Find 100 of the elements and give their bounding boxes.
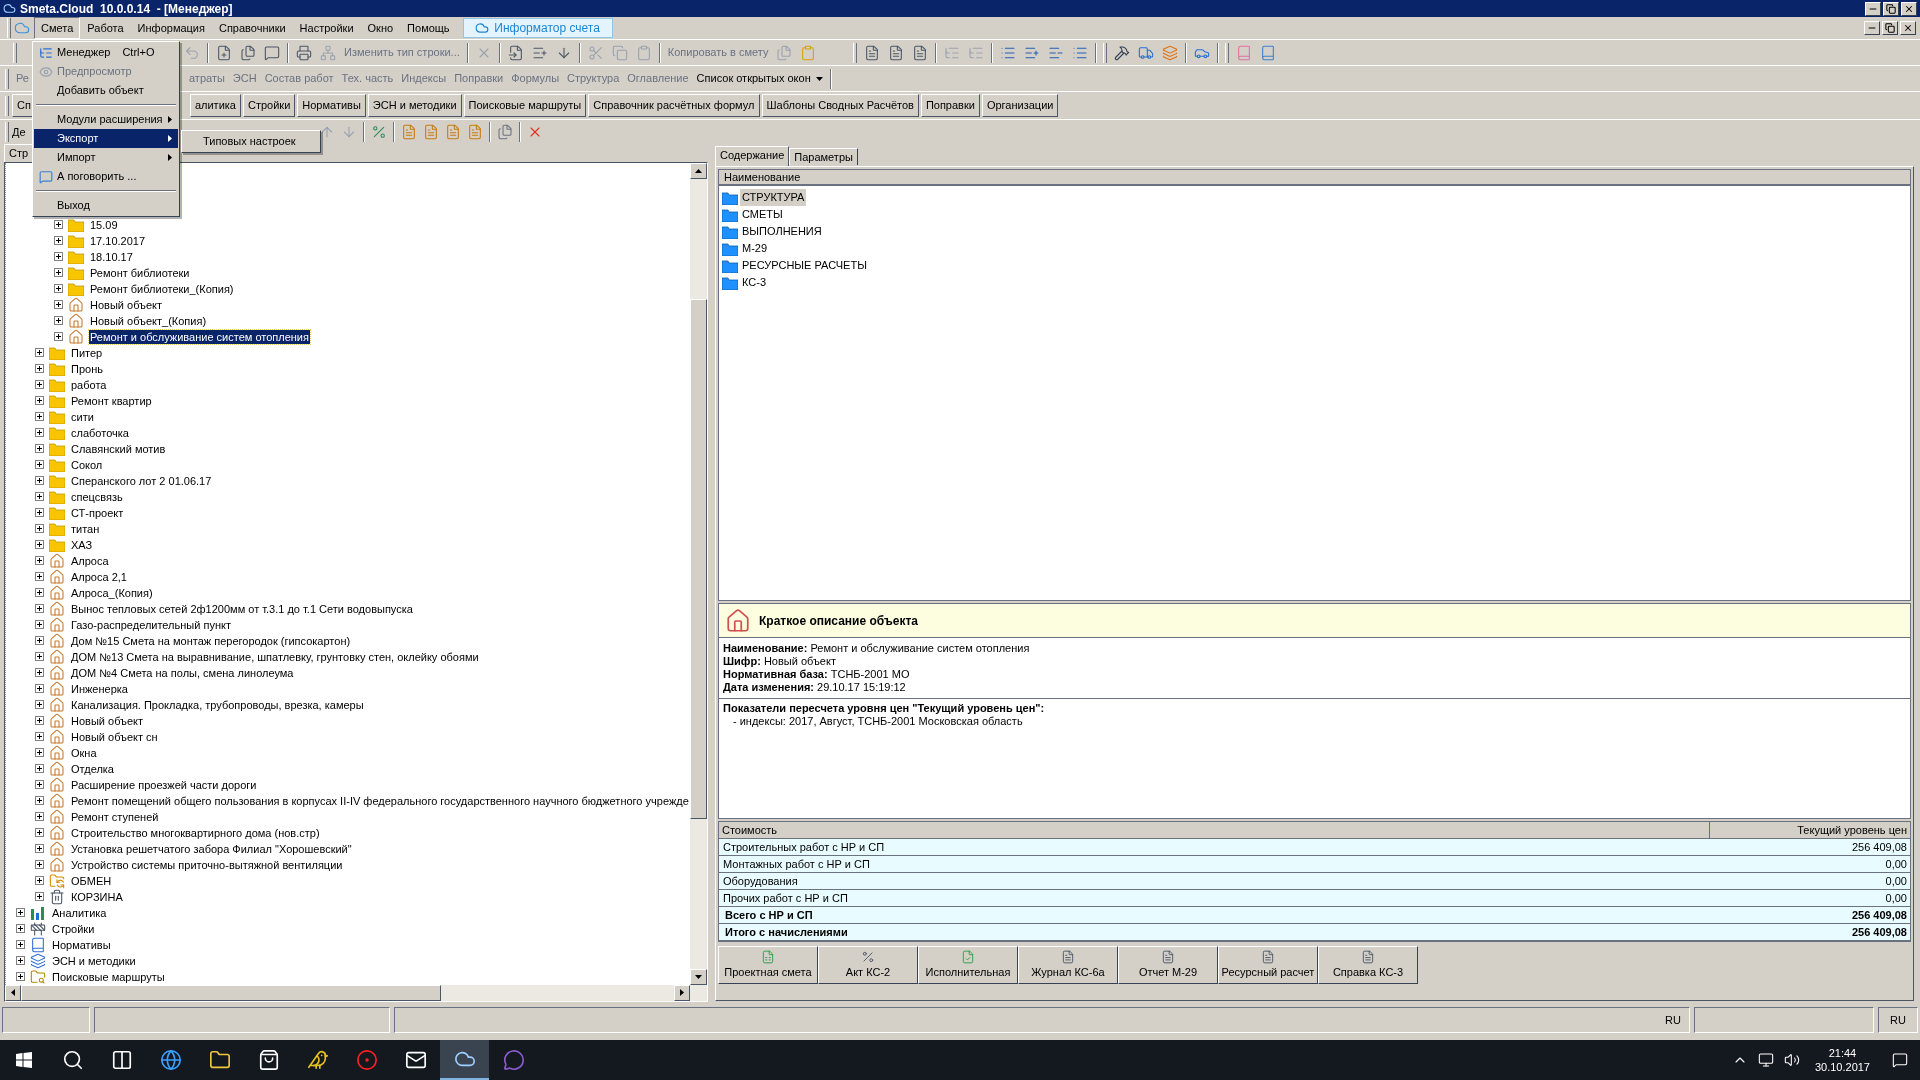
report-button[interactable]: Отчет М-29 <box>1118 946 1218 984</box>
tab[interactable]: алитика <box>189 94 241 117</box>
tree-item[interactable]: Ремонт ступеней <box>70 809 160 824</box>
menu-item[interactable]: Типовых настроек <box>183 132 319 151</box>
report-button[interactable]: Журнал КС-6а <box>1018 946 1118 984</box>
list-item[interactable]: СМЕТЫ <box>740 206 785 223</box>
tree-item[interactable]: Алроса_(Копия) <box>70 585 154 600</box>
expand-icon[interactable] <box>16 972 25 981</box>
expand-icon[interactable] <box>35 380 44 389</box>
tree-item[interactable]: КОРЗИНА <box>70 889 124 904</box>
tree-item[interactable]: Дом №15 Смета на монтаж перегородок (гипсокартон) <box>70 633 352 648</box>
expand-icon[interactable] <box>35 572 44 581</box>
report-button[interactable]: Исполнительная <box>918 946 1018 984</box>
expand-icon[interactable] <box>35 652 44 661</box>
tree-item[interactable]: Славянский мотив <box>70 441 167 456</box>
tree-item[interactable]: Алроса <box>70 553 110 568</box>
report-button[interactable]: Проектная смета <box>718 946 818 984</box>
tab[interactable]: Организации <box>981 94 1059 117</box>
tree-item[interactable]: Нормативы <box>51 937 112 952</box>
expand-icon[interactable] <box>16 956 25 965</box>
expand-icon[interactable] <box>35 716 44 725</box>
toolbar-button[interactable]: Де <box>12 123 26 141</box>
list-item[interactable]: ВЫПОЛНЕНИЯ <box>740 223 824 240</box>
expand-icon[interactable] <box>35 492 44 501</box>
vertical-scrollbar[interactable] <box>690 162 707 985</box>
list-item[interactable]: СТРУКТУРА <box>740 189 807 206</box>
file-input-icon[interactable] <box>507 44 524 61</box>
tree-item[interactable]: Сперанского лот 2 01.06.17 <box>70 473 213 488</box>
list-item[interactable]: КС-3 <box>740 274 768 291</box>
tab[interactable]: Поправки <box>920 94 980 117</box>
expand-icon[interactable] <box>35 524 44 533</box>
tree-item[interactable]: титан <box>70 521 101 536</box>
menu-item[interactable]: Помощь <box>400 16 457 40</box>
menu-item[interactable]: Выход <box>34 196 178 215</box>
expand-icon[interactable] <box>35 636 44 645</box>
menu-item[interactable]: Работа <box>80 16 131 40</box>
tree-item[interactable]: Аналитика <box>51 905 108 920</box>
menu-item[interactable]: Экспорт <box>34 129 178 148</box>
tree-item[interactable]: слаботочка <box>70 425 130 440</box>
tree-item[interactable]: Поисковые маршруты <box>51 969 166 984</box>
tree-item[interactable]: Новый объект сн <box>70 729 159 744</box>
menu-item[interactable]: Справочники <box>211 16 293 40</box>
report-button[interactable]: Справка КС-3 <box>1318 946 1418 984</box>
tree-item[interactable]: Окна <box>70 745 98 760</box>
volume-icon[interactable] <box>1783 1052 1800 1068</box>
expand-icon[interactable] <box>16 940 25 949</box>
expand-icon[interactable] <box>16 924 25 933</box>
expand-icon[interactable] <box>35 604 44 613</box>
expand-icon[interactable] <box>35 668 44 677</box>
tree-item[interactable]: Сокол <box>70 457 104 472</box>
scroll-up-icon[interactable] <box>695 168 702 173</box>
horizontal-scrollbar[interactable] <box>5 984 707 1001</box>
expand-icon[interactable] <box>35 412 44 421</box>
files-icon[interactable] <box>496 124 513 140</box>
tree-item[interactable]: Пронь <box>70 361 104 376</box>
list-item[interactable]: РЕСУРСНЫЕ РАСЧЕТЫ <box>740 257 869 274</box>
document-icon[interactable] <box>864 44 881 61</box>
report-button[interactable]: Ресурсный расчет <box>1218 946 1318 984</box>
tree-item[interactable]: Установка решетчатого забора Филиал "Хорошевский" <box>70 841 353 856</box>
menu-item[interactable]: Информация <box>130 16 212 40</box>
menu-item[interactable]: А поговорить ... <box>34 167 178 186</box>
tree-item[interactable]: ЭСН и методики <box>51 953 137 968</box>
tree-item[interactable]: Канализация. Прокладка, трубопроводы, врезка, камеры <box>70 697 365 712</box>
document-icon[interactable] <box>888 44 905 61</box>
expand-icon[interactable] <box>35 684 44 693</box>
list-item[interactable]: М-29 <box>740 240 770 257</box>
menu-item[interactable]: Добавить объект <box>34 81 178 100</box>
percent-icon[interactable] <box>370 124 387 140</box>
expand-icon[interactable] <box>35 700 44 709</box>
tab[interactable]: ЭСН и методики <box>367 94 462 117</box>
tree-item[interactable]: работа <box>70 377 108 392</box>
tab[interactable]: Содержание <box>715 145 790 166</box>
tab[interactable]: Поисковые маршруты <box>463 94 587 117</box>
expand-icon[interactable] <box>35 812 44 821</box>
truck-icon[interactable] <box>1138 44 1155 61</box>
expand-icon[interactable] <box>35 460 44 469</box>
expand-icon[interactable] <box>35 396 44 405</box>
tree-item[interactable]: спецсвязь <box>70 489 124 504</box>
expand-icon[interactable] <box>35 620 44 629</box>
tree-item[interactable]: Ремонт библиотеки_(Копия) <box>89 281 235 296</box>
expand-icon[interactable] <box>35 428 44 437</box>
tree-item[interactable]: Питер <box>70 345 104 360</box>
scroll-down-icon[interactable] <box>695 974 702 979</box>
expand-icon[interactable] <box>35 444 44 453</box>
expand-icon[interactable] <box>54 332 63 341</box>
close-button[interactable] <box>1900 21 1916 35</box>
tab[interactable]: Стройки <box>242 94 296 117</box>
tree-item[interactable]: Газо-распределительный пункт <box>70 617 232 632</box>
expand-icon[interactable] <box>35 476 44 485</box>
expand-icon[interactable] <box>54 252 63 261</box>
notification-icon[interactable] <box>1892 1052 1908 1068</box>
add-file-icon[interactable] <box>216 44 232 61</box>
tab[interactable]: Нормативы <box>297 94 366 117</box>
tree-item[interactable]: 18.10.17 <box>89 249 134 264</box>
tree-item[interactable]: Инженерка <box>70 681 129 696</box>
tree-item[interactable]: Отделка <box>70 761 115 776</box>
expand-icon[interactable] <box>35 732 44 741</box>
expand-icon[interactable] <box>35 844 44 853</box>
minimize-button[interactable] <box>1865 1 1881 16</box>
tree-item[interactable]: Новый объект <box>89 297 164 312</box>
